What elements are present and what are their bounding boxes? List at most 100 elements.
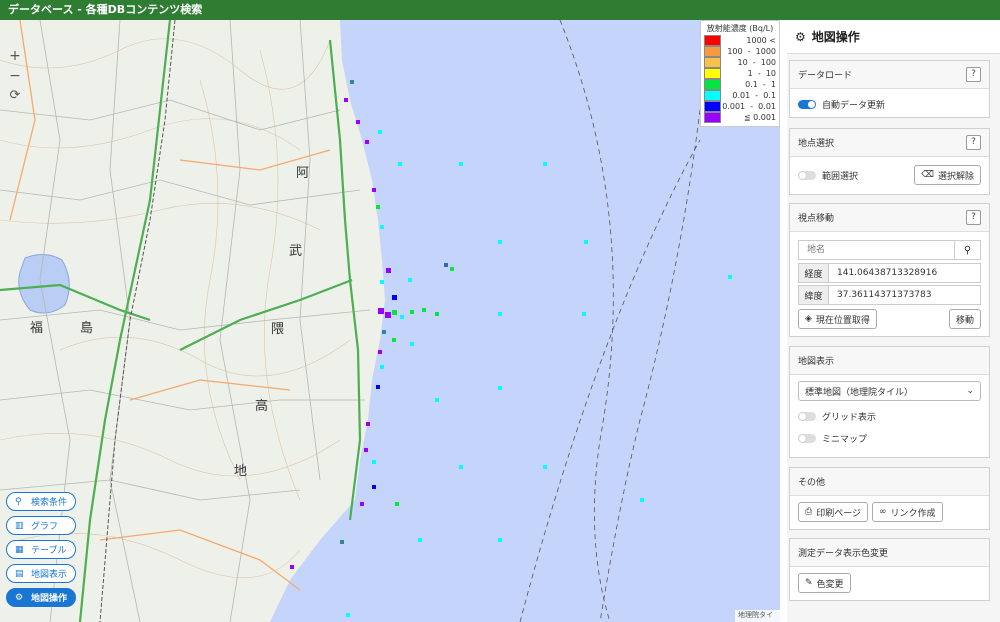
chart-icon: ▥ bbox=[15, 520, 24, 531]
auto-update-label: 自動データ更新 bbox=[822, 100, 886, 111]
search-conditions-button[interactable]: ⚲ 検索条件 bbox=[6, 492, 76, 511]
create-link-label: リンク作成 bbox=[890, 508, 936, 519]
move-button[interactable]: 移動 bbox=[948, 309, 981, 329]
card-body: ⚲ 経度 141.06438713328916 緯度 37.3611437137… bbox=[790, 232, 989, 337]
data-load-card: データロード ? 自動データ更新 bbox=[789, 60, 990, 118]
clear-selection-button[interactable]: ⌫ 選択解除 bbox=[914, 165, 981, 185]
legend-label: 1000 < bbox=[746, 36, 776, 45]
legend-label: 0.001 - 0.01 bbox=[722, 102, 776, 111]
zoom-in-button[interactable]: + bbox=[5, 46, 25, 66]
concentration-legend: 放射能濃度 (Bq/L) 1000 < 100 - 1000 10 - 100 … bbox=[700, 20, 780, 127]
card-title: 視点移動 bbox=[798, 214, 835, 224]
minimap-toggle[interactable] bbox=[798, 433, 816, 443]
legend-swatch bbox=[704, 68, 721, 79]
get-current-position-button[interactable]: ◈ 現在位置取得 bbox=[798, 309, 877, 329]
measurement-point bbox=[444, 263, 448, 267]
viewpoint-card: 視点移動 ? ⚲ 経度 141.06438713328916 緯度 37.361… bbox=[789, 203, 990, 337]
legend-row: 1000 < bbox=[701, 35, 779, 46]
measurement-point bbox=[344, 98, 348, 102]
legend-row: ≦ 0.001 bbox=[701, 112, 779, 123]
range-select-toggle-row: 範囲選択 bbox=[798, 166, 858, 184]
range-select-toggle[interactable] bbox=[798, 170, 816, 180]
measurement-point bbox=[392, 310, 397, 315]
card-header: 地点選択 ? bbox=[790, 129, 989, 157]
measurement-point bbox=[728, 275, 732, 279]
legend-swatch bbox=[704, 57, 721, 68]
create-link-button[interactable]: ∞ リンク作成 bbox=[872, 502, 943, 522]
legend-row: 1 - 10 bbox=[701, 68, 779, 79]
refresh-icon[interactable]: ⟳ bbox=[5, 86, 25, 106]
gear-icon: ⚙ bbox=[795, 29, 806, 44]
map-display-label: 地図表示 bbox=[31, 570, 68, 580]
legend-swatch bbox=[704, 35, 721, 46]
measurement-point bbox=[356, 120, 360, 124]
longitude-value: 141.06438713328916 bbox=[837, 268, 938, 278]
view-switch-buttons: ⚲ 検索条件 ▥ グラフ ▦ テーブル ▤ 地図表示 ⚙ 地図操作 bbox=[6, 492, 76, 612]
search-icon: ⚲ bbox=[15, 496, 22, 507]
measurement-point bbox=[380, 365, 384, 369]
legend-swatch bbox=[704, 101, 721, 112]
measurement-point bbox=[372, 460, 376, 464]
measurement-point bbox=[360, 502, 364, 506]
grid-toggle[interactable] bbox=[798, 411, 816, 421]
panel-header: ⚙ 地図操作 bbox=[787, 20, 1000, 54]
latitude-field[interactable]: 緯度 37.36114371373783 bbox=[798, 285, 981, 305]
help-button[interactable]: ? bbox=[966, 67, 981, 82]
print-page-button[interactable]: ⎙ 印刷ページ bbox=[798, 502, 869, 522]
auto-update-toggle[interactable] bbox=[798, 99, 816, 109]
help-button[interactable]: ? bbox=[966, 135, 981, 150]
legend-swatch bbox=[704, 112, 721, 123]
zoom-controls: + − ⟳ bbox=[5, 46, 25, 116]
placename-search-button[interactable]: ⚲ bbox=[955, 240, 981, 260]
measurement-point bbox=[366, 422, 370, 426]
place-label-kou: 高 bbox=[255, 399, 269, 414]
measurement-point bbox=[380, 280, 384, 284]
legend-label: 0.01 - 0.1 bbox=[732, 91, 776, 100]
legend-label: 1 - 10 bbox=[747, 69, 776, 78]
legend-title: 放射能濃度 (Bq/L) bbox=[706, 24, 774, 33]
place-label-bu: 武 bbox=[289, 244, 303, 259]
measurement-point bbox=[372, 188, 376, 192]
measurement-point bbox=[378, 350, 382, 354]
search-conditions-label: 検索条件 bbox=[31, 498, 68, 508]
place-label-a: 阿 bbox=[296, 166, 310, 181]
graph-label: グラフ bbox=[31, 522, 59, 532]
measurement-point bbox=[400, 315, 404, 319]
placename-input[interactable] bbox=[798, 240, 955, 260]
map-view[interactable]: 福 島 阿 武 隈 高 地 + − ⟳ 地理院タイル bbox=[0, 20, 780, 622]
legend-row: 100 - 1000 bbox=[701, 46, 779, 57]
map-tile-select[interactable]: 標準地図（地理院タイル） ⌄ bbox=[798, 381, 981, 401]
map-canvas[interactable] bbox=[0, 20, 780, 622]
latitude-value: 37.36114371373783 bbox=[837, 290, 932, 300]
measurement-point bbox=[498, 312, 502, 316]
color-change-card: 測定データ表示色変更 ✎ 色変更 bbox=[789, 538, 990, 601]
point-select-card: 地点選択 ? 範囲選択 ⌫ 選択解除 bbox=[789, 128, 990, 195]
card-header: 視点移動 ? bbox=[790, 204, 989, 232]
legend-swatch bbox=[704, 90, 721, 101]
zoom-out-button[interactable]: − bbox=[5, 66, 25, 86]
table-icon: ▦ bbox=[15, 544, 24, 555]
measurement-point bbox=[408, 278, 412, 282]
legend-swatch bbox=[704, 46, 721, 57]
measurement-point bbox=[410, 342, 414, 346]
map-operation-button[interactable]: ⚙ 地図操作 bbox=[6, 588, 76, 607]
change-color-button[interactable]: ✎ 色変更 bbox=[798, 573, 851, 593]
map-operation-label: 地図操作 bbox=[31, 594, 68, 604]
get-current-position-label: 現在位置取得 bbox=[815, 315, 870, 326]
measurement-point bbox=[410, 310, 414, 314]
place-label-kuma: 隈 bbox=[271, 322, 285, 337]
measurement-point bbox=[378, 308, 384, 314]
help-button[interactable]: ? bbox=[966, 210, 981, 225]
card-title: 測定データ表示色変更 bbox=[798, 549, 889, 559]
longitude-field[interactable]: 経度 141.06438713328916 bbox=[798, 263, 981, 283]
grid-toggle-row: グリッド表示 bbox=[798, 407, 981, 425]
clear-selection-label: 選択解除 bbox=[937, 171, 974, 182]
graph-button[interactable]: ▥ グラフ bbox=[6, 516, 76, 535]
link-icon: ∞ bbox=[879, 507, 887, 517]
legend-row: 0.001 - 0.01 bbox=[701, 101, 779, 112]
measurement-point bbox=[640, 498, 644, 502]
table-button[interactable]: ▦ テーブル bbox=[6, 540, 76, 559]
measurement-point bbox=[372, 485, 376, 489]
map-display-button[interactable]: ▤ 地図表示 bbox=[6, 564, 76, 583]
printer-icon: ⎙ bbox=[805, 507, 813, 517]
